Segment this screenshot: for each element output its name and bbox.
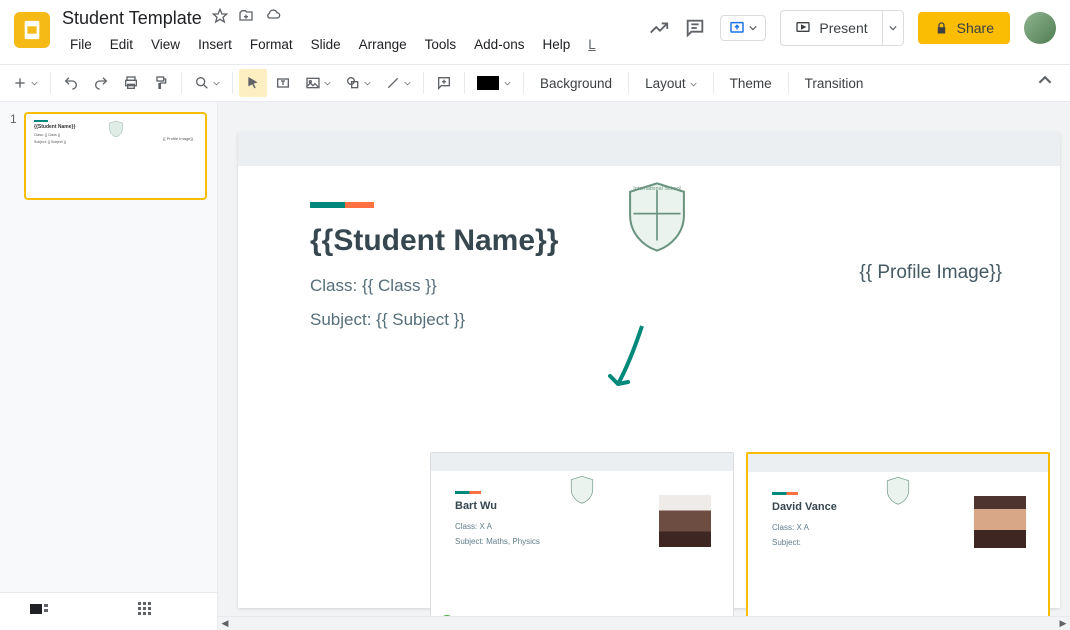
redo-button[interactable]: [87, 69, 115, 97]
menu-addons[interactable]: Add-ons: [466, 33, 532, 56]
menu-file[interactable]: File: [62, 33, 100, 56]
menu-arrange[interactable]: Arrange: [351, 33, 415, 56]
slide-thumbnail[interactable]: {{Student Name}} Class: {{ Class }} Subj…: [24, 112, 207, 200]
accent-bar: [310, 202, 374, 208]
comment-tool[interactable]: [430, 69, 458, 97]
cloud-status-icon[interactable]: [264, 8, 282, 29]
present-icon: [795, 20, 811, 36]
horizontal-scrollbar[interactable]: ◀ ▶: [218, 616, 1070, 630]
scroll-right-icon[interactable]: ▶: [1056, 617, 1070, 630]
menu-edit[interactable]: Edit: [102, 33, 141, 56]
document-title[interactable]: Student Template: [62, 8, 202, 29]
share-button[interactable]: Share: [918, 12, 1010, 44]
result-slide-2[interactable]: David Vance Class: X A Subject: 2: [746, 452, 1050, 626]
move-icon[interactable]: [238, 8, 254, 29]
lock-icon: [934, 21, 949, 36]
toolbar: Background Layout Theme Transition: [0, 64, 1070, 102]
account-avatar[interactable]: [1024, 12, 1056, 44]
profile-image: [659, 495, 711, 547]
canvas[interactable]: International School {{Student Name}} Cl…: [218, 102, 1070, 630]
present-button[interactable]: Present: [781, 12, 881, 44]
background-button[interactable]: Background: [530, 72, 622, 95]
paint-format-button[interactable]: [147, 69, 175, 97]
grid-view-icon[interactable]: [138, 602, 152, 621]
select-tool[interactable]: [239, 69, 267, 97]
menu-insert[interactable]: Insert: [190, 33, 240, 56]
explore-icon[interactable]: [648, 17, 670, 39]
menu-tools[interactable]: Tools: [417, 33, 465, 56]
slideshow-upload-button[interactable]: [720, 15, 766, 41]
shape-tool[interactable]: [339, 69, 377, 97]
color-button[interactable]: [471, 70, 517, 96]
filmstrip: 1 {{Student Name}} Class: {{ Class }} Su…: [0, 102, 218, 630]
menu-last-edit[interactable]: L: [580, 33, 604, 56]
subject-placeholder[interactable]: Subject: {{ Subject }}: [310, 310, 1060, 330]
menu-view[interactable]: View: [143, 33, 188, 56]
arrow-annotation: [604, 322, 660, 407]
comments-icon[interactable]: [684, 17, 706, 39]
menu-format[interactable]: Format: [242, 33, 301, 56]
menu-slide[interactable]: Slide: [303, 33, 349, 56]
caret-down-icon: [749, 24, 757, 32]
menu-bar: File Edit View Insert Format Slide Arran…: [62, 33, 604, 56]
image-tool[interactable]: [299, 69, 337, 97]
present-dropdown[interactable]: [882, 11, 903, 45]
school-logo: International School: [623, 180, 691, 259]
print-button[interactable]: [117, 69, 145, 97]
transition-button[interactable]: Transition: [795, 72, 874, 95]
slide-number: 1: [10, 112, 18, 200]
textbox-tool[interactable]: [269, 69, 297, 97]
profile-image: [974, 496, 1026, 548]
svg-text:International School: International School: [633, 186, 681, 192]
main-slide[interactable]: International School {{Student Name}} Cl…: [238, 132, 1060, 608]
star-icon[interactable]: [212, 8, 228, 29]
result-slide-1[interactable]: Bart Wu Class: X A Subject: Maths, Physi…: [430, 452, 734, 626]
undo-button[interactable]: [57, 69, 85, 97]
collapse-toolbar-icon[interactable]: [1038, 73, 1052, 92]
layout-button[interactable]: Layout: [635, 72, 707, 95]
slides-logo[interactable]: [14, 12, 50, 48]
theme-button[interactable]: Theme: [720, 72, 782, 95]
menu-help[interactable]: Help: [534, 33, 578, 56]
line-tool[interactable]: [379, 69, 417, 97]
profile-image-placeholder[interactable]: {{ Profile Image}}: [859, 262, 1002, 284]
scroll-left-icon[interactable]: ◀: [218, 617, 232, 630]
filmstrip-view-icon[interactable]: [30, 602, 48, 621]
new-slide-button[interactable]: [6, 69, 44, 97]
zoom-button[interactable]: [188, 69, 226, 97]
